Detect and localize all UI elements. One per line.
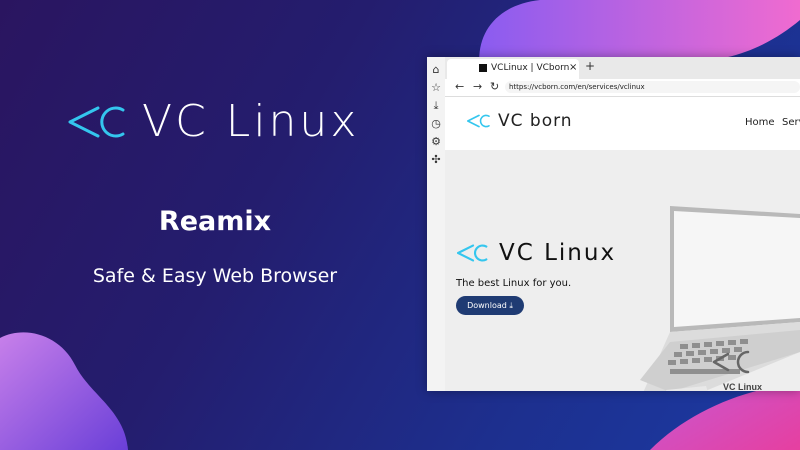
tab-vclinux[interactable]: VCLinux | VCborn × xyxy=(447,59,579,79)
vc-logo-icon xyxy=(68,106,125,137)
product-tagline: The best Linux for you. xyxy=(456,278,572,289)
download-button[interactable]: Download ⤓ xyxy=(456,296,524,315)
downloads-icon[interactable]: ⤓ xyxy=(430,100,442,112)
vc-logo-icon xyxy=(467,114,490,128)
hero-section: VC Linux Reamix Safe & Easy Web Browser xyxy=(0,0,420,450)
vc-logo-icon xyxy=(457,244,488,262)
laptop-illustration: VC Linux xyxy=(640,206,800,391)
new-tab-button[interactable]: + xyxy=(585,59,595,73)
hero-brand-title: VC Linux xyxy=(142,96,360,147)
extensions-icon[interactable]: ✣ xyxy=(430,154,442,166)
home-icon[interactable]: ⌂ xyxy=(430,64,442,76)
hero-tagline: Safe & Easy Web Browser xyxy=(92,265,338,287)
reload-button[interactable]: ↻ xyxy=(490,80,499,93)
tab-close-button[interactable]: × xyxy=(569,62,577,73)
download-icon: ⤓ xyxy=(509,301,513,310)
site-header: VC born Home Serv xyxy=(445,97,800,150)
menu-home[interactable]: Home xyxy=(745,117,775,128)
back-button[interactable]: ← xyxy=(455,80,464,93)
product-name: VC Linux xyxy=(499,240,617,266)
product-logo: VC Linux xyxy=(457,240,616,266)
settings-icon[interactable]: ⚙ xyxy=(430,136,442,148)
favorites-icon[interactable]: ☆ xyxy=(430,82,442,94)
download-label: Download xyxy=(467,301,507,310)
browser-window: ⌂ ☆ ⤓ ◷ ⚙ ✣ VCLinux | VCborn × + ← → ↻ h… xyxy=(427,57,800,391)
tab-title: VCLinux | VCborn xyxy=(491,63,570,73)
address-bar: ← → ↻ https://vcborn.com/en/services/vcl… xyxy=(445,79,800,97)
browser-sidebar: ⌂ ☆ ⤓ ◷ ⚙ ✣ xyxy=(427,57,446,391)
forward-button[interactable]: → xyxy=(473,80,482,93)
menu-services[interactable]: Serv xyxy=(782,117,800,128)
site-logo[interactable]: VC born xyxy=(467,111,573,131)
site-brand: VC born xyxy=(498,111,573,131)
favicon-icon xyxy=(479,64,487,72)
tab-bar: VCLinux | VCborn × + xyxy=(445,57,800,79)
hero-product-name: Reamix xyxy=(158,206,272,237)
history-icon[interactable]: ◷ xyxy=(430,118,442,130)
hero-logo: VC Linux xyxy=(68,96,359,147)
laptop-screen-label: VC Linux xyxy=(723,382,762,391)
web-page: VC born Home Serv VC Linux The best Linu… xyxy=(445,97,800,391)
url-field[interactable]: https://vcborn.com/en/services/vclinux xyxy=(505,81,800,93)
